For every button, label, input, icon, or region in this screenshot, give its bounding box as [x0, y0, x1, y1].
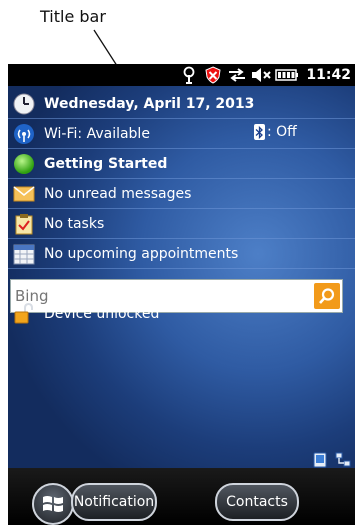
getting-started-text: Getting Started [44, 155, 168, 172]
messages-row[interactable]: No unread messages [8, 179, 355, 209]
bluetooth-icon [254, 124, 265, 140]
getting-started-icon [11, 151, 37, 177]
messages-text: No unread messages [44, 185, 192, 202]
data-sync-arrows-icon[interactable] [226, 64, 248, 86]
getting-started-row[interactable]: Getting Started [8, 149, 355, 179]
tasks-row[interactable]: No tasks [8, 209, 355, 239]
device-lock-row[interactable]: Device unlocked [8, 299, 355, 329]
notification-softkey[interactable]: Notification [71, 483, 157, 521]
calendar-icon [11, 241, 37, 267]
tasks-text: No tasks [44, 215, 105, 232]
bluetooth-status-text: : Off [267, 124, 297, 140]
system-tray [313, 452, 351, 468]
appointments-text: No upcoming appointments [44, 245, 239, 262]
appointments-row[interactable]: No upcoming appointments [8, 239, 355, 269]
lock-status-text: Device unlocked [44, 306, 160, 322]
windows-logo-icon [43, 496, 63, 512]
date-text: Wednesday, April 17, 2013 [44, 95, 255, 112]
battery-icon[interactable] [274, 64, 300, 86]
annotation-leader-line [93, 29, 117, 64]
bluetooth-status[interactable]: : Off [254, 124, 297, 140]
clock[interactable]: 11:42 [306, 67, 351, 83]
start-button[interactable] [32, 483, 74, 525]
today-date-row[interactable]: Wednesday, April 17, 2013 [8, 89, 355, 119]
signal-antenna-icon[interactable] [178, 64, 200, 86]
clipboard-icon [11, 211, 37, 237]
wifi-status-text: Wi-Fi: Available [44, 125, 150, 142]
clock-icon [11, 91, 37, 117]
network-connection-icon[interactable] [335, 452, 351, 468]
annotation-area: Title bar [0, 0, 355, 64]
wireless-status-row[interactable]: Wi-Fi: Available : Off [8, 119, 355, 149]
envelope-icon [11, 181, 37, 207]
no-sim-shield-icon[interactable] [202, 64, 224, 86]
padlock-open-icon [11, 301, 37, 327]
device-screen-icon[interactable] [313, 452, 329, 468]
title-bar[interactable]: 11:42 [8, 64, 355, 86]
device-screen: 11:42 Wednesday, April 17, 2013 Wi-Fi: A… [8, 64, 355, 525]
wifi-icon [11, 121, 37, 147]
contacts-softkey[interactable]: Contacts [215, 483, 299, 521]
volume-muted-icon[interactable] [250, 64, 272, 86]
